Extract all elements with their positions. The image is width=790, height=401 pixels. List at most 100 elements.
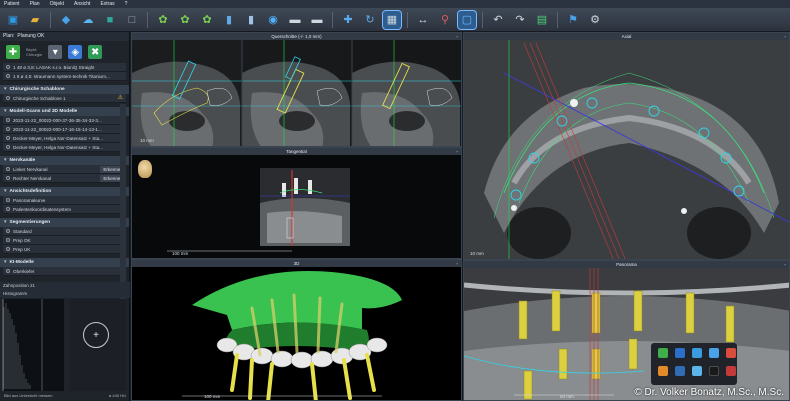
maximize-icon[interactable]: ▫ <box>456 33 458 40</box>
list-item[interactable]: Decker-Meyer, Helga Nor-Datensatz + Sta.… <box>3 143 126 152</box>
chevron-down-icon[interactable]: ▾ <box>4 258 7 267</box>
chevron-down-icon[interactable]: ▾ <box>4 107 7 116</box>
implant-row[interactable]: 1 48 ø 3,8: LASAK s.r.o. BioniQ Straight <box>3 63 126 72</box>
visibility-toggle[interactable] <box>6 176 10 180</box>
3d-view[interactable]: 3D ▫ 100 mm <box>131 259 462 401</box>
add-plan-icon[interactable]: ✚ <box>6 45 20 59</box>
section-header[interactable]: ▾ KI-Modelle <box>0 258 129 267</box>
visibility-toggle[interactable] <box>6 207 10 211</box>
cross-section-view[interactable]: Querschnitte (-/- 1,0 mm) ▫ 10 mm <box>131 32 462 147</box>
cup-icon[interactable]: ▾ <box>48 45 63 59</box>
app-icon[interactable] <box>675 366 685 376</box>
maximize-icon[interactable]: ▫ <box>784 33 786 40</box>
maximize-icon[interactable]: ▫ <box>456 148 458 155</box>
visibility-toggle[interactable] <box>6 247 10 251</box>
menu-plan[interactable]: Plan <box>30 1 40 7</box>
visibility-toggle[interactable] <box>6 229 10 233</box>
flag-icon[interactable]: ⚑ <box>564 11 582 29</box>
panorama-view[interactable]: Panorama ▫ 50 mm <box>463 260 790 401</box>
visibility-toggle[interactable] <box>6 118 10 122</box>
app-icon[interactable] <box>692 366 702 376</box>
visibility-toggle[interactable] <box>6 167 10 171</box>
move-icon[interactable]: ✚ <box>339 11 357 29</box>
menu-patient[interactable]: Patient <box>4 1 20 7</box>
list-item[interactable]: Oberkiefer <box>3 267 126 276</box>
tangential-view[interactable]: Tangential ▫ 100 mm <box>131 147 462 259</box>
zoom-icon[interactable]: ▢ <box>457 9 477 30</box>
list-item[interactable]: Prep OK <box>3 236 126 245</box>
list-item[interactable]: 2023-11-22_00022-000-17-16-15-14-13-1... <box>3 125 126 134</box>
chevron-down-icon[interactable]: ▾ <box>4 156 7 165</box>
section-header[interactable]: ▾ Ansichtsdefinition <box>0 187 129 196</box>
app-icon[interactable] <box>692 348 702 358</box>
maximize-icon[interactable]: ▫ <box>456 260 458 267</box>
new-patient-icon[interactable]: ▣ <box>4 11 22 29</box>
grid-icon[interactable]: ▦ <box>382 9 402 30</box>
visibility-toggle[interactable] <box>6 74 10 78</box>
measure-icon[interactable]: ↔ <box>414 11 432 29</box>
section-header[interactable]: ▾ Modell-Scans und 3D Modelle <box>0 107 129 116</box>
maximize-icon[interactable]: ▫ <box>784 261 786 268</box>
delete-plan-icon[interactable]: ✖ <box>88 45 103 59</box>
app-icon[interactable] <box>658 348 668 358</box>
guide-icon[interactable]: ▬ <box>308 11 326 29</box>
histogram[interactable] <box>2 299 64 391</box>
section-header[interactable]: ▾ Chirurgische Schablone <box>0 85 129 94</box>
rotate-icon[interactable]: ↻ <box>361 11 379 29</box>
sleeve-icon[interactable]: ▮ <box>220 11 238 29</box>
nerve-icon[interactable]: ◉ <box>264 11 282 29</box>
plan-select[interactable]: Planung OK <box>17 33 44 40</box>
app-icon[interactable] <box>675 348 685 358</box>
implant-add-icon[interactable]: ✿ <box>176 11 194 29</box>
export-icon[interactable]: ▤ <box>533 11 551 29</box>
section-header[interactable]: ▾ Segmentierungen <box>0 218 129 227</box>
settings-icon[interactable]: ⚙ <box>586 11 604 29</box>
menu-objekt[interactable]: Objekt <box>50 1 64 7</box>
app-icon[interactable] <box>726 366 736 376</box>
list-item[interactable]: Rechter Nervkanal Erkennen <box>3 174 126 183</box>
list-item[interactable]: Standard <box>3 227 126 236</box>
chevron-down-icon[interactable]: ▾ <box>4 85 7 94</box>
implant-edit-icon[interactable]: ✿ <box>198 11 216 29</box>
list-item[interactable]: 2023-11-22_00022-000-37-36-35-34-33-3... <box>3 116 126 125</box>
cloud-icon[interactable]: ☁ <box>79 11 97 29</box>
abutment-icon[interactable]: ▮ <box>242 11 260 29</box>
list-item[interactable]: Panoramakurve <box>3 196 126 205</box>
list-item[interactable]: Linker Nervkanal Erkennen <box>3 165 126 174</box>
list-item[interactable]: Patientenkoordinatensystem <box>3 205 126 214</box>
import-scan-icon[interactable]: ◆ <box>57 11 75 29</box>
chevron-down-icon[interactable]: ▾ <box>4 218 7 227</box>
pin-icon[interactable]: ▬ <box>286 11 304 29</box>
open-folder-icon[interactable]: ▰ <box>26 11 44 29</box>
app-icon[interactable] <box>726 348 736 358</box>
visibility-toggle[interactable] <box>6 136 10 140</box>
visibility-toggle[interactable] <box>6 269 10 273</box>
menu-help[interactable]: ? <box>125 1 128 7</box>
list-item[interactable]: Decker-Meyer, Helga Nor-Datensatz + Sta.… <box>3 134 126 143</box>
visibility-toggle[interactable] <box>6 145 10 149</box>
visibility-toggle[interactable] <box>6 127 10 131</box>
marker-icon[interactable]: ⚲ <box>436 11 454 29</box>
guide-plan-icon[interactable]: ◈ <box>68 45 83 59</box>
teeth-select-icon[interactable]: ✿ <box>154 11 172 29</box>
axial-view[interactable]: Axial ▫ 10 mm <box>463 32 790 260</box>
window-level-control[interactable]: + <box>83 322 109 348</box>
visibility-toggle[interactable] <box>6 238 10 242</box>
menu-extras[interactable]: Extras <box>100 1 114 7</box>
visibility-toggle[interactable] <box>6 65 10 69</box>
undo-icon[interactable]: ↶ <box>489 11 507 29</box>
visibility-toggle[interactable] <box>6 96 10 100</box>
redo-icon[interactable]: ↷ <box>511 11 529 29</box>
chevron-down-icon[interactable]: ▾ <box>4 187 7 196</box>
app-icon[interactable] <box>658 366 668 376</box>
implant-row[interactable]: 1 6 ø 4,5: straumann system-technik Tita… <box>3 72 126 81</box>
section-header[interactable]: ▾ Nervkanäle <box>0 156 129 165</box>
visibility-toggle[interactable] <box>6 198 10 202</box>
cube-icon[interactable]: ■ <box>101 11 119 29</box>
list-item[interactable]: Chirurgische Schablone 1 ⚠ <box>3 94 126 103</box>
cube-outline-icon[interactable]: □ <box>123 11 141 29</box>
menu-ansicht[interactable]: Ansicht <box>74 1 90 7</box>
list-item[interactable]: Prep UK <box>3 245 126 254</box>
app-icon[interactable] <box>709 366 719 376</box>
app-icon[interactable] <box>709 348 719 358</box>
